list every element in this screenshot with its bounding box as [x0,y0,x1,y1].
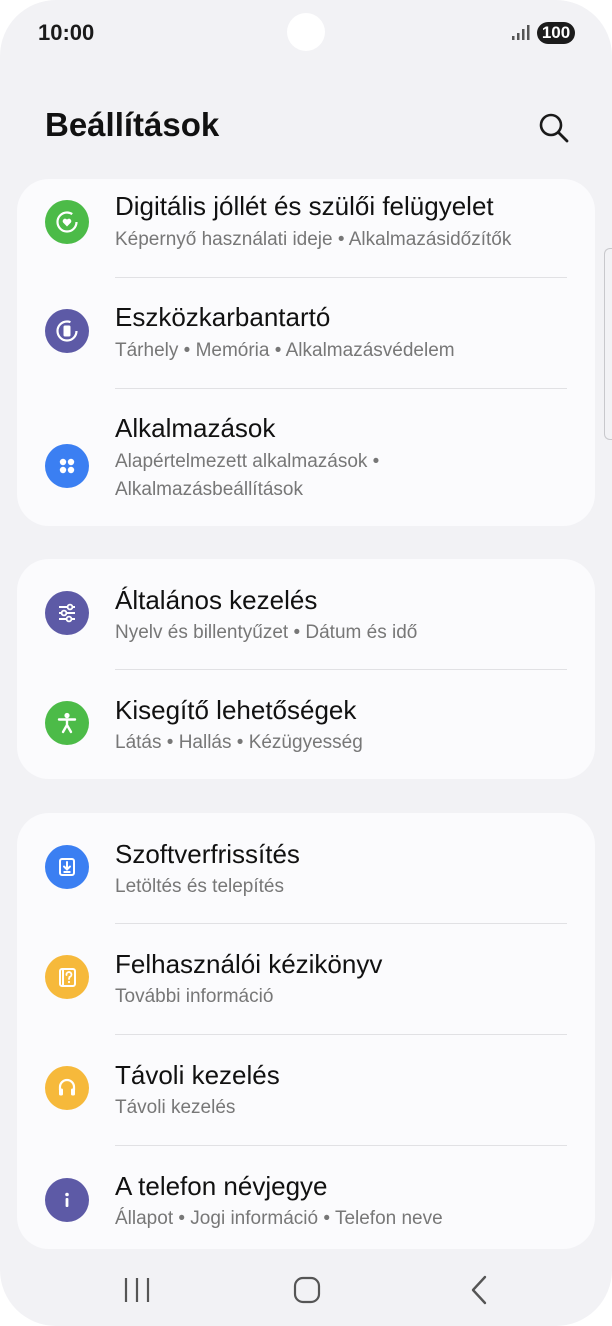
accessibility-icon [45,701,89,745]
battery-level: 100 [541,23,571,42]
settings-item-software-update[interactable]: Szoftverfrissítés Letöltés és telepítés [17,813,595,923]
camera-cutout [287,13,325,51]
item-title: A telefon névjegye [115,1171,328,1201]
item-subtitle: Letöltés és telepítés [115,876,284,897]
settings-item-accessibility[interactable]: Kisegítő lehetőségek Látás • Hallás • Ké… [17,670,595,779]
sliders-icon [45,591,89,635]
download-icon [45,845,89,889]
settings-item-digital-wellbeing[interactable]: Digitális jóllét és szülői felügyelet Ké… [17,179,595,278]
settings-group-2: Általános kezelés Nyelv és billentyűzet … [17,559,595,779]
scrollbar[interactable] [604,248,612,440]
item-subtitle: Képernyő használati ideje • Alkalmazásid… [115,229,512,250]
settings-item-user-manual[interactable]: Felhasználói kézikönyv További informáci… [17,924,595,1034]
signal-icon [512,25,530,40]
digital-wellbeing-icon [45,200,89,244]
item-subtitle: Alapértelmezett alkalmazások • Alkalmazá… [115,451,380,500]
item-title: Alkalmazások [115,413,276,443]
back-icon[interactable] [459,1270,499,1310]
phone-screen: 10:00 100 Beállítások Digitális jóllét é… [0,0,612,1326]
settings-item-remote-support[interactable]: Távoli kezelés Távoli kezelés [17,1035,595,1145]
battery-icon: 100 [537,22,575,44]
item-subtitle: Nyelv és billentyűzet • Dátum és idő [115,622,418,643]
settings-item-device-care[interactable]: Eszközkarbantartó Tárhely • Memória • Al… [17,278,595,389]
device-care-icon [45,309,89,353]
item-subtitle: Látás • Hallás • Kézügyesség [115,732,363,753]
item-subtitle: Távoli kezelés [115,1097,236,1118]
recents-icon[interactable] [117,1270,157,1310]
apps-icon [45,444,89,488]
navigation-bar [0,1250,612,1326]
settings-item-apps[interactable]: Alkalmazások Alapértelmezett alkalmazáso… [17,389,595,526]
settings-group-1: Digitális jóllét és szülői felügyelet Ké… [17,179,595,526]
home-icon[interactable] [287,1270,327,1310]
settings-item-general-management[interactable]: Általános kezelés Nyelv és billentyűzet … [17,559,595,669]
settings-item-about-phone[interactable]: A telefon névjegye Állapot • Jogi inform… [17,1146,595,1249]
item-title: Szoftverfrissítés [115,839,300,869]
info-icon [45,1178,89,1222]
item-title: Eszközkarbantartó [115,302,331,332]
item-title: Felhasználói kézikönyv [115,949,383,979]
search-icon[interactable] [534,108,574,148]
item-title: Digitális jóllét és szülői felügyelet [115,191,494,221]
item-subtitle: Tárhely • Memória • Alkalmazásvédelem [115,340,455,361]
page-title: Beállítások [45,106,220,143]
item-title: Kisegítő lehetőségek [115,695,357,725]
headset-icon [45,1066,89,1110]
status-bar: 10:00 100 [0,0,612,64]
status-time: 10:00 [38,20,95,45]
item-subtitle: Állapot • Jogi információ • Telefon neve [115,1208,443,1229]
item-title: Általános kezelés [115,585,318,615]
settings-group-3: Szoftverfrissítés Letöltés és telepítés … [17,813,595,1249]
item-subtitle: További információ [115,986,274,1007]
item-title: Távoli kezelés [115,1060,280,1090]
help-book-icon [45,955,89,999]
